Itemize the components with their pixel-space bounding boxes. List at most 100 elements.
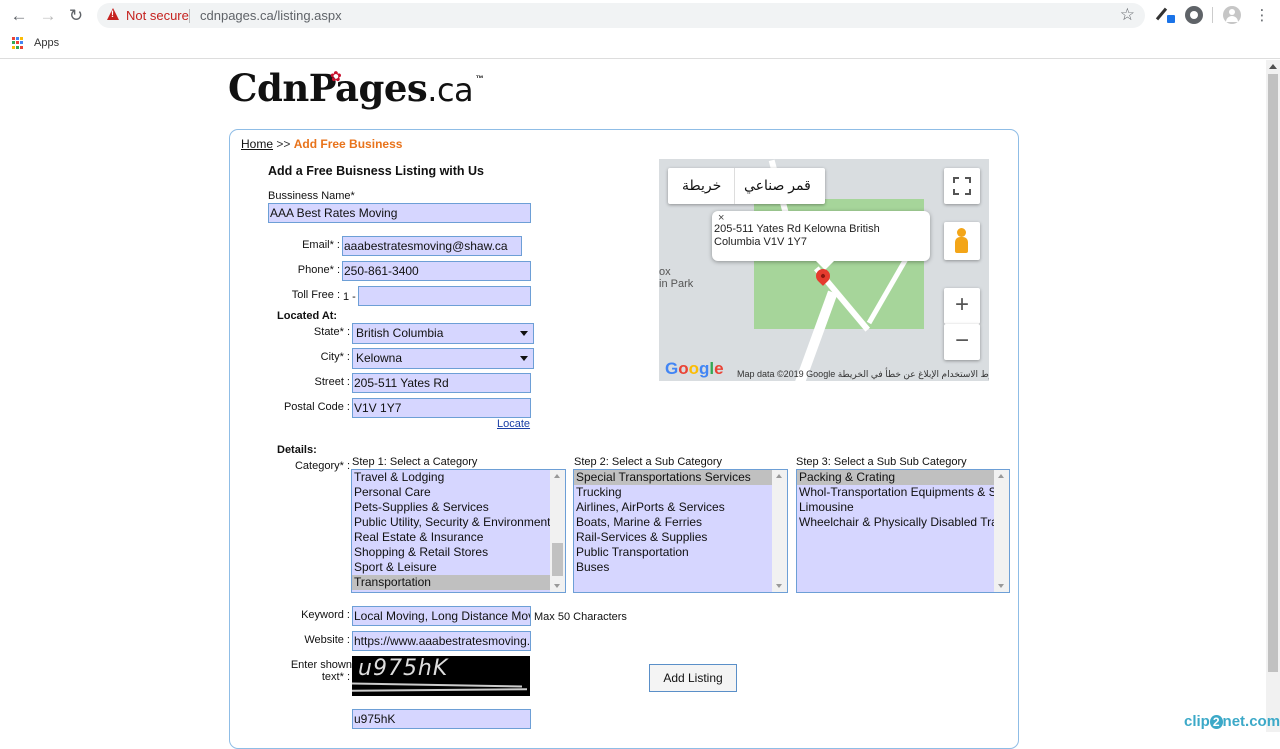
listbox-option[interactable]: Personal Care [352, 485, 550, 500]
state-select-value: British Columbia [356, 326, 444, 340]
maple-leaf-icon: ✿ [330, 68, 342, 84]
keyword-input[interactable]: Local Moving, Long Distance Mov [352, 606, 531, 626]
google-map[interactable]: ox in Park خريطة قمر صناعي + − × 205-511… [659, 159, 989, 381]
city-select-value: Kelowna [356, 351, 403, 365]
scroll-up-arrow-icon[interactable] [998, 474, 1004, 478]
fullscreen-button[interactable] [944, 168, 980, 204]
page-title: Add a Free Buisness Listing with Us [268, 164, 485, 178]
street-input[interactable]: 205-511 Yates Rd [352, 373, 531, 393]
address-bar[interactable]: Not secure cdnpages.ca/listing.aspx ☆ [97, 3, 1145, 28]
website-input[interactable]: https://www.aaabestratesmoving.c [352, 631, 531, 651]
captcha-input[interactable]: u975hK [352, 709, 531, 729]
scroll-down-arrow-icon[interactable] [554, 584, 560, 588]
category-listbox[interactable]: Travel & Lodging Personal Care Pets-Suppli… [351, 469, 566, 593]
postal-code-input[interactable]: V1V 1Y7 [352, 398, 531, 418]
details-heading: Details: [277, 444, 317, 456]
locate-link[interactable]: Locate [497, 418, 530, 430]
page-scrollbar[interactable] [1266, 60, 1280, 732]
listbox-scrollbar[interactable] [772, 470, 787, 592]
scroll-up-arrow-icon[interactable] [1269, 64, 1277, 69]
listbox-option[interactable]: Boats, Marine & Ferries [574, 515, 772, 530]
zoom-in-button[interactable]: + [944, 288, 980, 324]
listbox-option[interactable]: Pets-Supplies & Services [352, 500, 550, 515]
listbox-option[interactable]: Rail-Services & Supplies [574, 530, 772, 545]
map-type-divider [734, 168, 735, 204]
subcategory-listbox[interactable]: Special Transportations Services Trucking… [573, 469, 788, 593]
apps-link[interactable]: Apps [34, 37, 59, 49]
back-arrow-icon[interactable]: ← [8, 5, 30, 27]
listbox-option[interactable]: Airlines, AirPorts & Services [574, 500, 772, 515]
listbox-option[interactable]: Packing & Crating [797, 470, 994, 485]
business-name-label: Bussiness Name* [268, 190, 355, 202]
extension-pen-icon[interactable] [1155, 6, 1176, 24]
listbox-option[interactable]: Travel & Lodging [352, 470, 550, 485]
info-window-close-icon[interactable]: × [718, 212, 724, 225]
apps-grid-icon[interactable] [12, 37, 24, 49]
logo-main-text: CdnPages [228, 66, 428, 110]
listbox-option[interactable]: Buses [574, 560, 772, 575]
scroll-down-arrow-icon[interactable] [998, 584, 1004, 588]
breadcrumb-home-link[interactable]: Home [241, 137, 273, 151]
add-listing-button[interactable]: Add Listing [649, 664, 737, 692]
breadcrumb-separator: >> [276, 137, 291, 151]
dropdown-arrow-icon [520, 356, 528, 361]
clip2net-watermark: clip 2 net.com [1184, 713, 1280, 730]
business-name-input[interactable]: AAA Best Rates Moving [268, 203, 531, 223]
scroll-thumb[interactable] [1268, 74, 1278, 672]
state-label: State* : [313, 326, 350, 338]
state-select[interactable]: British Columbia [352, 323, 534, 344]
listbox-option[interactable]: Shopping & Retail Stores [352, 545, 550, 560]
listbox-option[interactable]: Public Utility, Security & Environment [352, 515, 550, 530]
reload-icon[interactable]: ↻ [65, 5, 87, 27]
scroll-up-arrow-icon[interactable] [554, 474, 560, 478]
listbox-option[interactable]: Public Transportation [574, 545, 772, 560]
captcha-noise-line [352, 688, 528, 692]
google-logo: Google [665, 359, 724, 378]
profile-avatar-icon[interactable] [1223, 6, 1241, 24]
pegman-icon [957, 228, 966, 237]
listbox-option[interactable]: Trucking [574, 485, 772, 500]
listbox-option[interactable]: Limousine [797, 500, 994, 515]
extension-circle-icon[interactable] [1185, 6, 1203, 24]
phone-input[interactable]: 250-861-3400 [342, 261, 531, 281]
listbox-option[interactable]: Sport & Leisure [352, 560, 550, 575]
scroll-down-arrow-icon[interactable] [776, 584, 782, 588]
listbox-option[interactable]: Special Transportations Services [574, 470, 772, 485]
subsubcategory-listbox[interactable]: Packing & Crating Whol-Transportation Equ… [796, 469, 1010, 593]
url-text[interactable]: cdnpages.ca/listing.aspx [200, 8, 342, 23]
listbox-option[interactable]: Real Estate & Insurance [352, 530, 550, 545]
captcha-label-line2: text* : [321, 671, 350, 683]
site-logo[interactable]: CdnPages.ca ™ [228, 66, 484, 110]
city-select[interactable]: Kelowna [352, 348, 534, 369]
map-type-map-button[interactable]: خريطة [682, 177, 721, 194]
forward-arrow-icon[interactable]: → [37, 5, 59, 27]
listbox-option[interactable]: Whol-Transportation Equipments & S [797, 485, 994, 500]
map-attribution[interactable]: Map data ©2019 Google شروط الاستخدام الإ… [737, 369, 989, 380]
email-input[interactable]: aaabestratesmoving@shaw.ca [342, 236, 522, 256]
listbox-option[interactable]: Transportation [352, 575, 550, 590]
info-window-line2: Columbia V1V 1Y7 [714, 236, 807, 248]
category-label: Category* : [294, 460, 350, 472]
captcha-noise-line [352, 682, 523, 688]
kebab-menu-icon[interactable]: ⋮ [1251, 5, 1273, 27]
listbox-scroll-thumb[interactable] [552, 543, 563, 576]
located-at-heading: Located At: [277, 310, 338, 322]
browser-toolbar: ← → ↻ Not secure cdnpages.ca/listing.asp… [0, 0, 1280, 31]
bookmark-star-icon[interactable]: ☆ [1120, 5, 1135, 25]
watermark-part-a: clip [1184, 713, 1210, 730]
listbox-scrollbar[interactable] [994, 470, 1009, 592]
map-type-satellite-button[interactable]: قمر صناعي [744, 177, 811, 194]
tollfree-input[interactable] [358, 286, 531, 306]
url-divider [189, 9, 190, 23]
listbox-scrollbar[interactable] [550, 470, 565, 592]
logo-tld-text: .ca [427, 71, 474, 109]
scroll-up-arrow-icon[interactable] [776, 474, 782, 478]
step1-label: Step 1: Select a Category [352, 456, 478, 468]
street-view-pegman-button[interactable] [944, 222, 980, 260]
fullscreen-icon [953, 177, 971, 195]
map-park-label-1: ox [659, 266, 671, 278]
zoom-out-button[interactable]: − [944, 324, 980, 360]
captcha-image: u975hK [352, 656, 530, 696]
listbox-option[interactable]: Wheelchair & Physically Disabled Tra [797, 515, 994, 530]
tollfree-prefix: 1 - [343, 291, 356, 303]
